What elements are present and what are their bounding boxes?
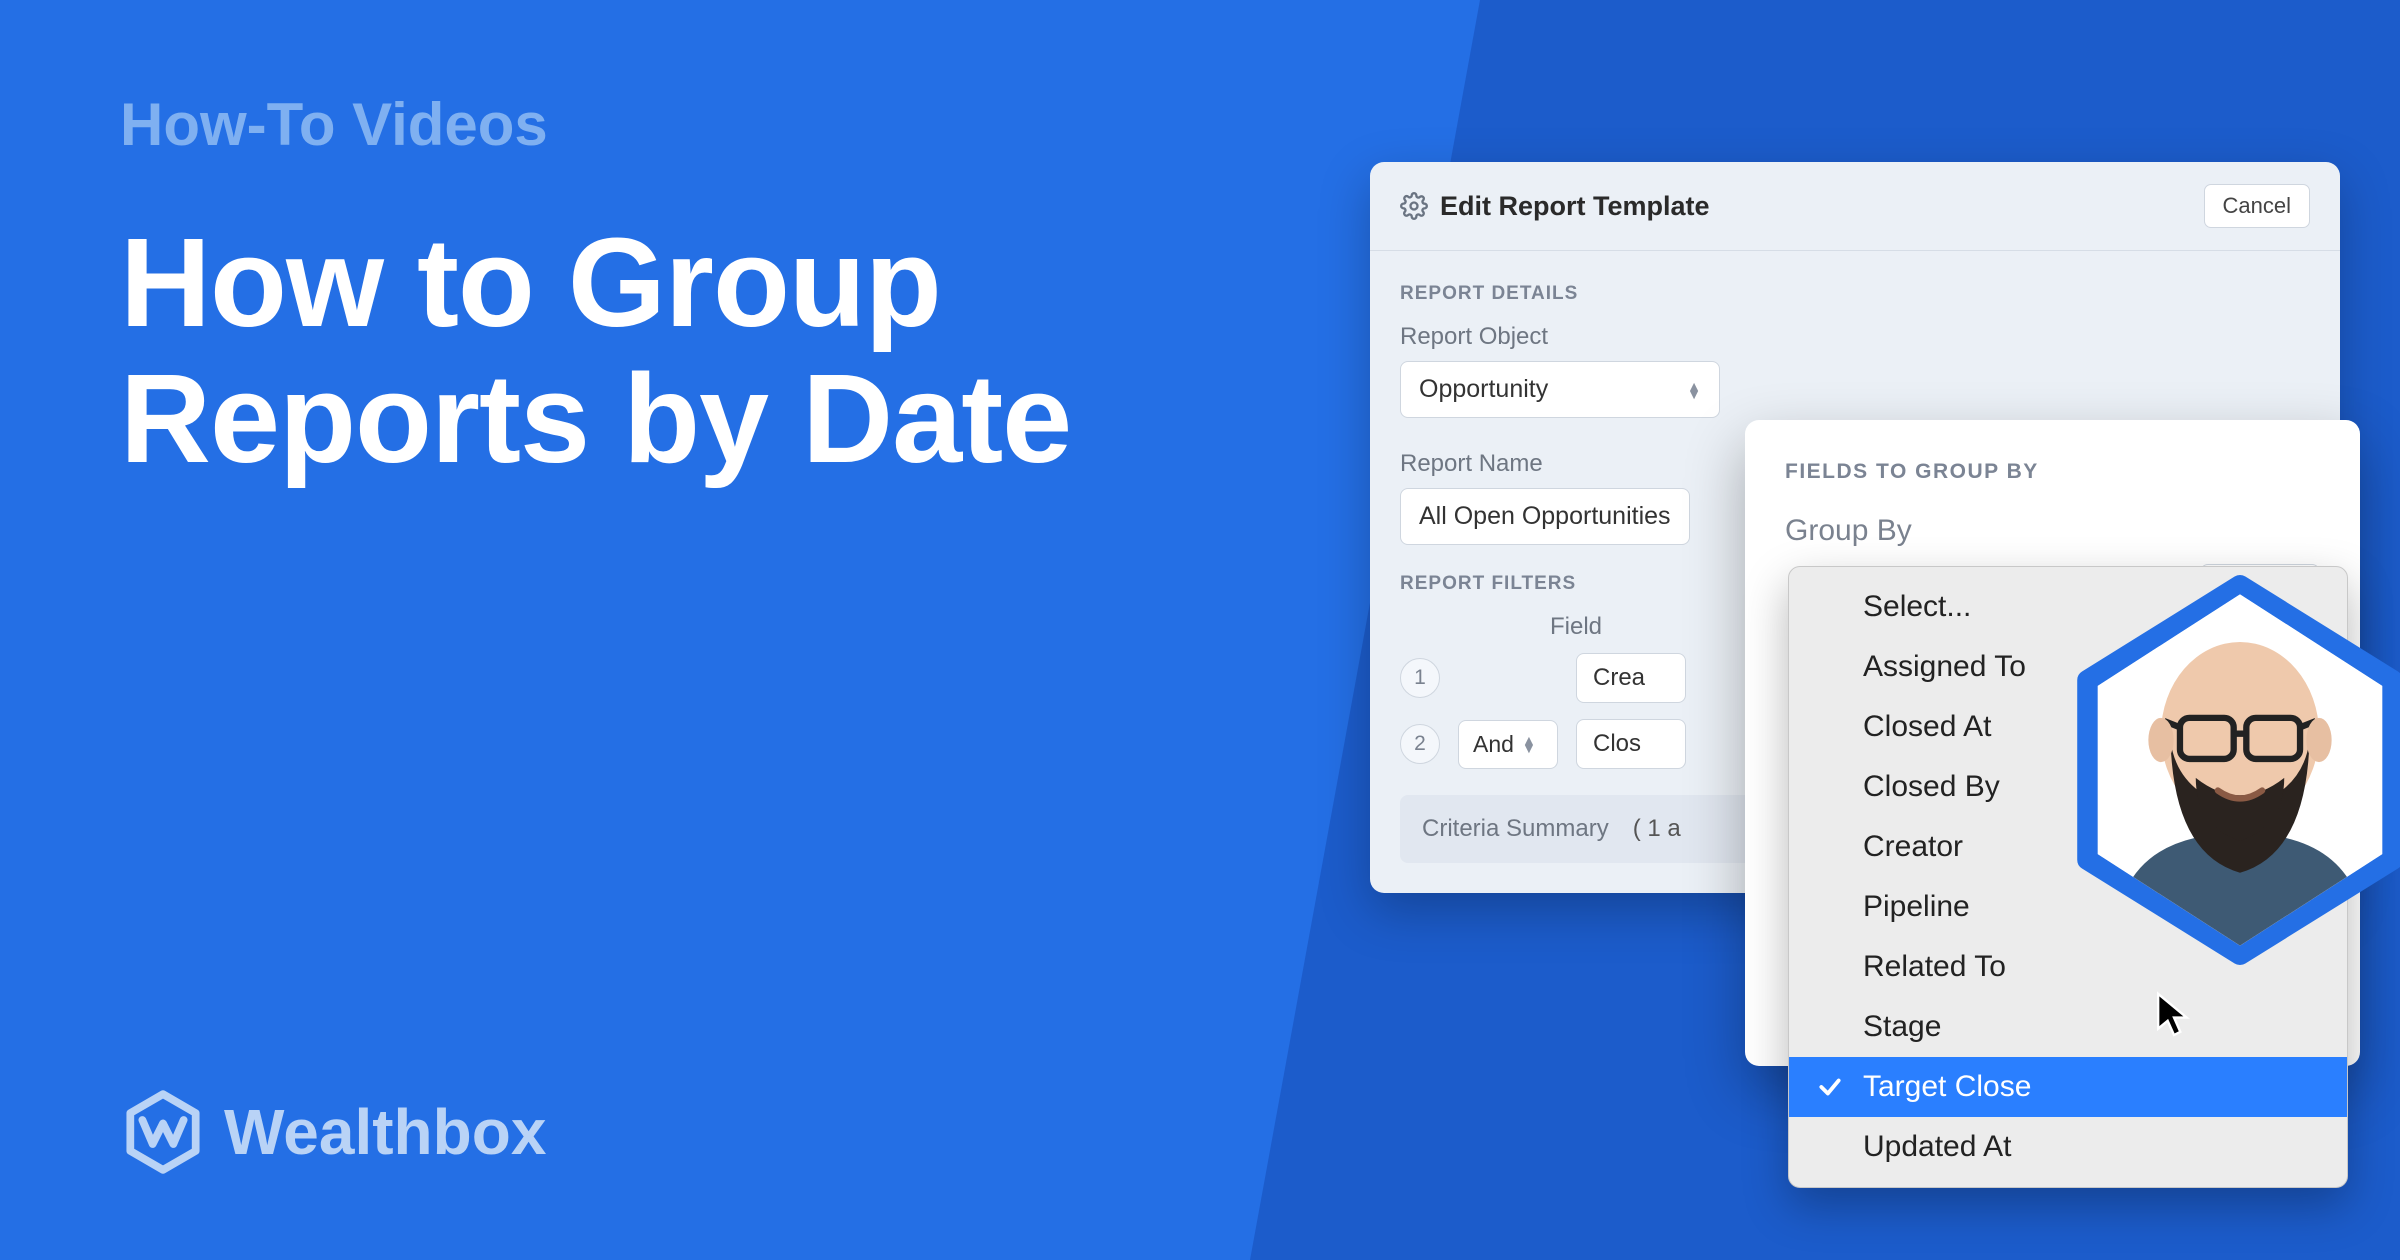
criteria-summary-label: Criteria Summary — [1422, 815, 1609, 843]
report-name-value: All Open Opportunities — [1419, 502, 1671, 531]
report-object-label: Report Object — [1400, 323, 1720, 351]
report-object-select[interactable]: Opportunity ▲▼ — [1400, 361, 1720, 418]
filter-row-number: 1 — [1400, 658, 1440, 698]
dialog-title-text: Edit Report Template — [1440, 191, 1710, 222]
brand-name: Wealthbox — [224, 1095, 546, 1169]
filter-field-select[interactable]: Clos — [1576, 719, 1686, 769]
filter-operator-value: And — [1473, 731, 1514, 758]
dropdown-item[interactable]: Updated At — [1789, 1117, 2347, 1177]
dropdown-item[interactable]: Target Close — [1789, 1057, 2347, 1117]
dialog-header: Edit Report Template Cancel — [1370, 162, 2340, 251]
headline-line-2: Reports by Date — [120, 348, 1071, 489]
fields-to-group-heading: FIELDS TO GROUP BY — [1785, 460, 2320, 484]
filter-field-column: Field — [1550, 613, 1602, 641]
chevron-updown-icon: ▲▼ — [1687, 382, 1701, 398]
report-name-input[interactable]: All Open Opportunities — [1400, 488, 1690, 545]
dropdown-item[interactable]: Stage — [1789, 997, 2347, 1057]
gear-icon — [1400, 192, 1428, 220]
page-title: How to Group Reports by Date — [120, 215, 1071, 487]
presenter-avatar — [2070, 575, 2400, 965]
criteria-summary-value: ( 1 a — [1633, 815, 1681, 843]
filter-field-select[interactable]: Crea — [1576, 653, 1686, 703]
brand-logo: Wealthbox — [120, 1089, 546, 1175]
cancel-button[interactable]: Cancel — [2204, 184, 2310, 228]
group-by-label: Group By — [1785, 514, 2320, 548]
wealthbox-icon — [120, 1089, 206, 1175]
eyebrow: How-To Videos — [120, 90, 548, 159]
cursor-icon — [2155, 990, 2193, 1042]
headline-line-1: How to Group — [120, 212, 941, 353]
check-icon — [1817, 1074, 1843, 1100]
report-details-heading: REPORT DETAILS — [1400, 283, 2310, 305]
report-object-value: Opportunity — [1419, 375, 1548, 404]
filter-row-number: 2 — [1400, 724, 1440, 764]
filter-operator-select[interactable]: And ▲▼ — [1458, 720, 1558, 769]
chevron-updown-icon: ▲▼ — [1522, 736, 1536, 752]
